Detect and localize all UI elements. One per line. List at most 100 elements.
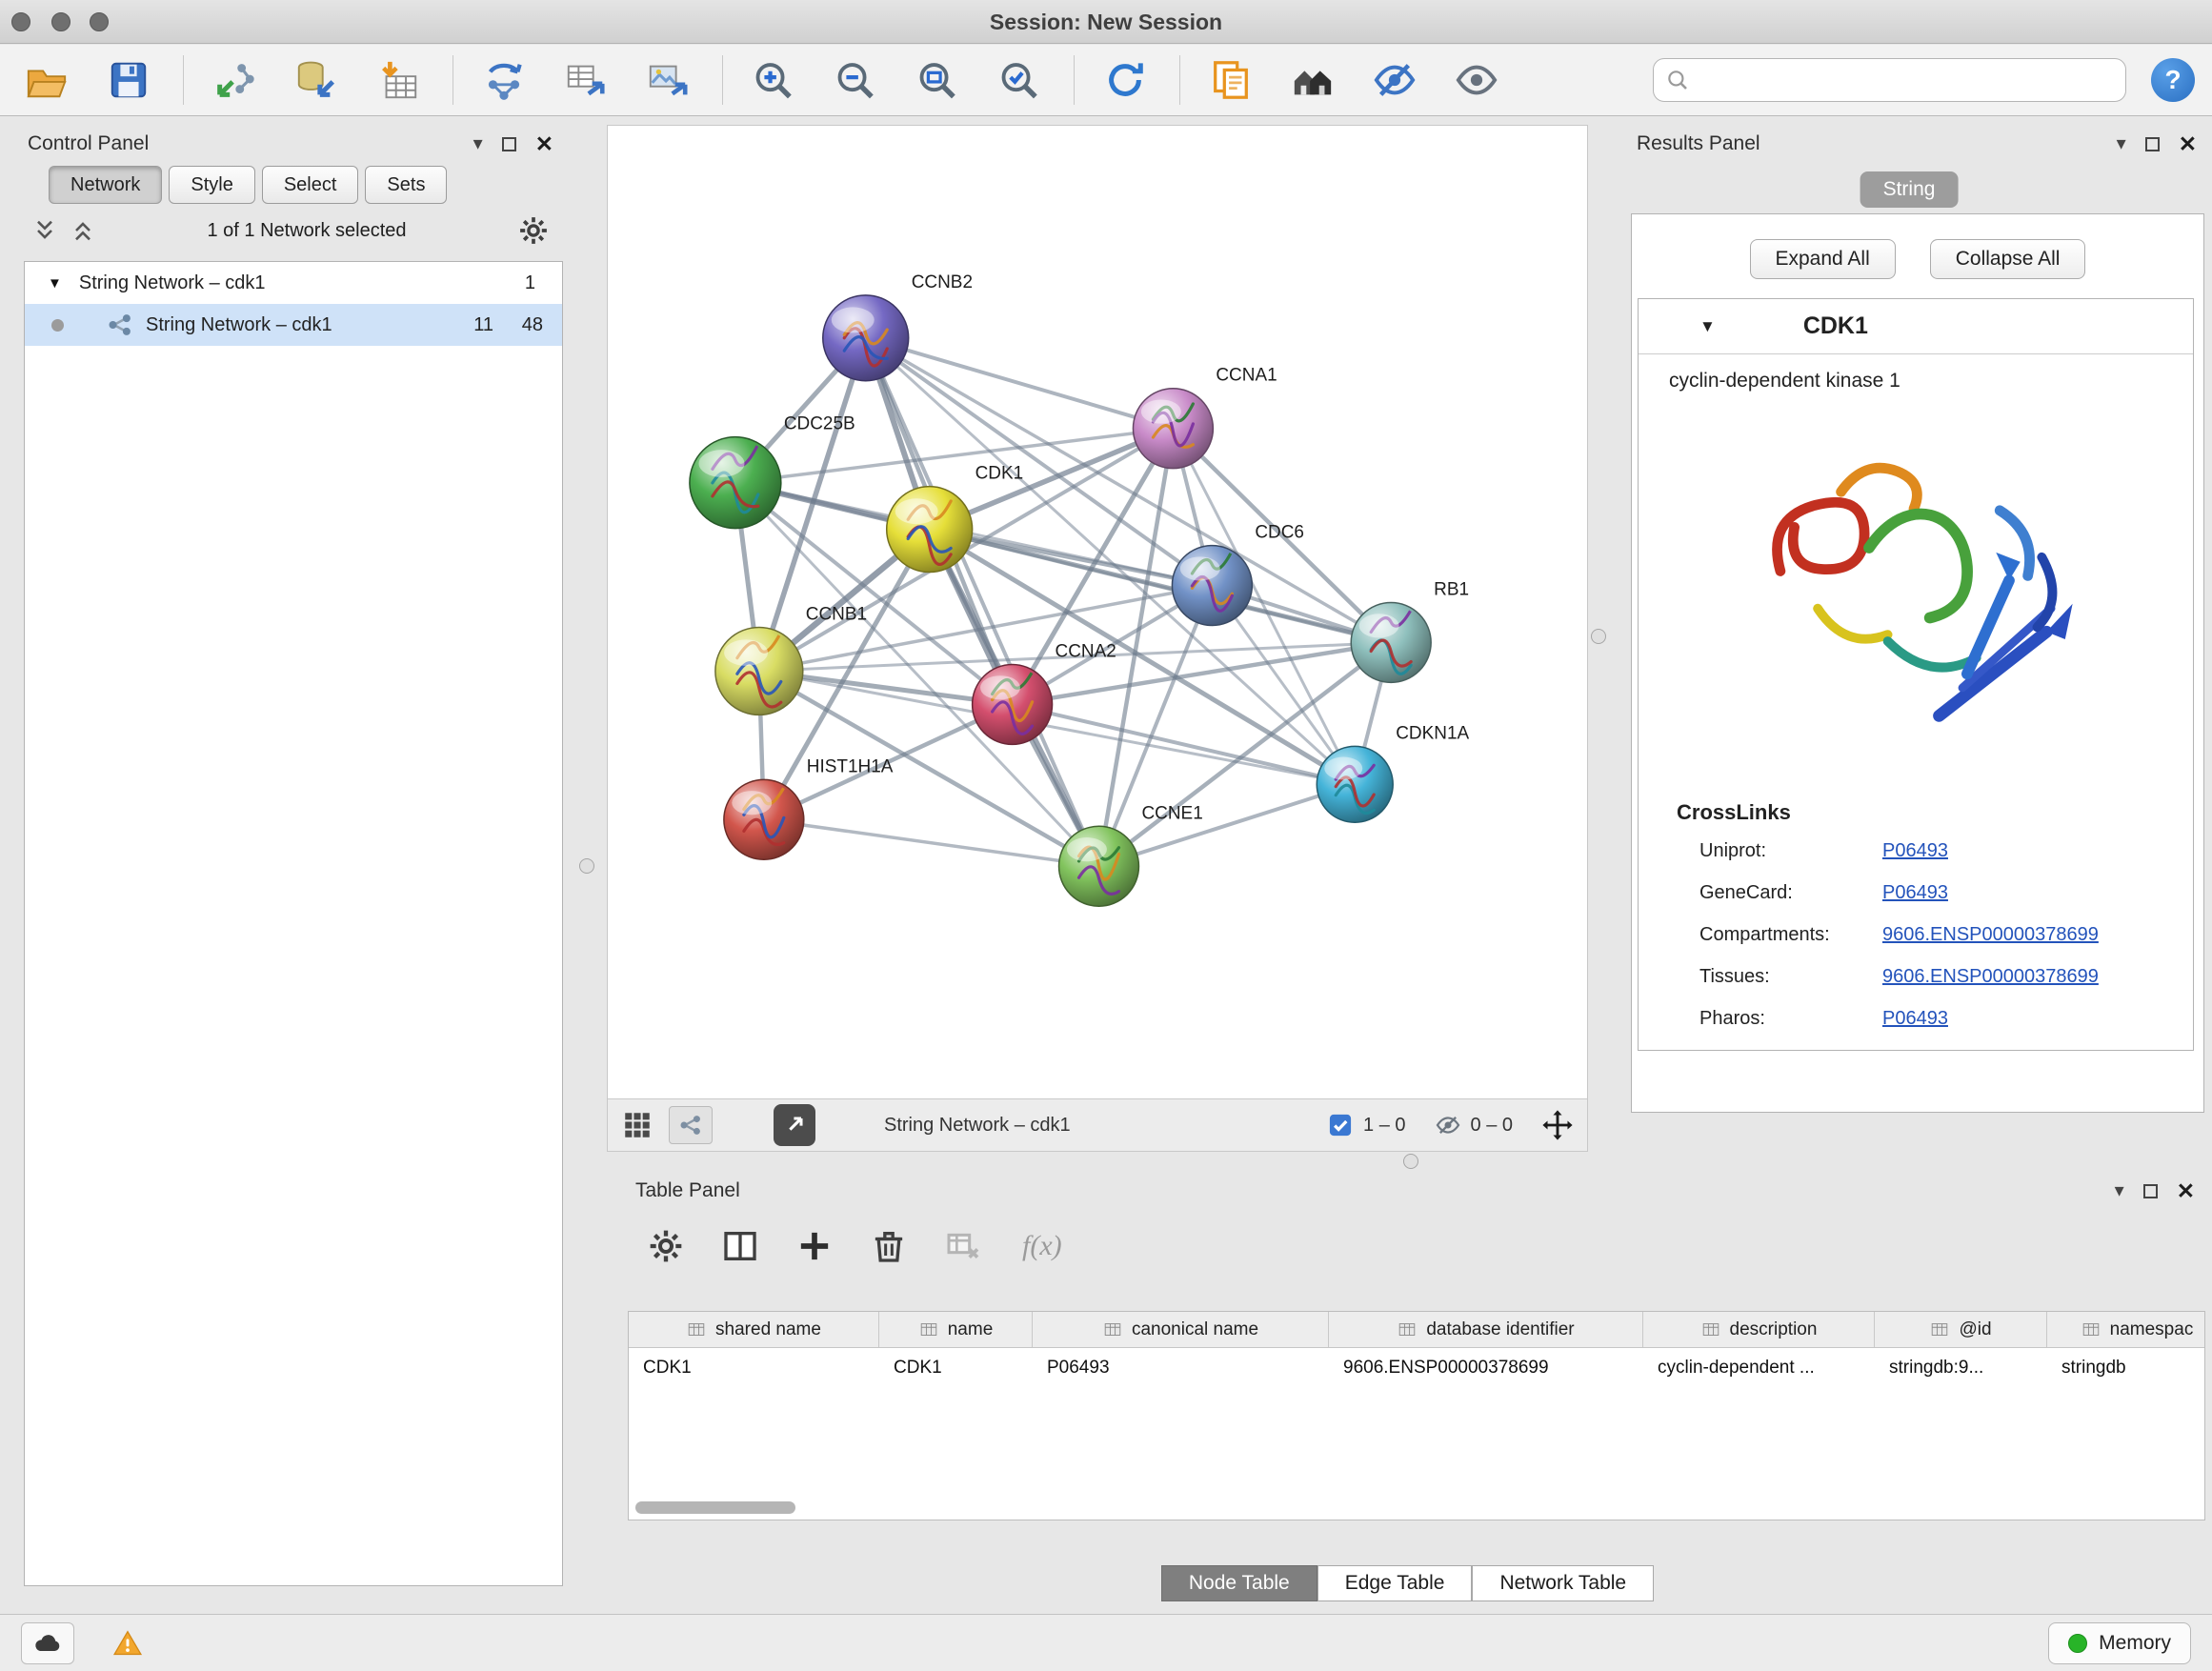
network-node-ccna2[interactable] [973, 664, 1053, 744]
crosslink-value-link[interactable]: 9606.ENSP00000378699 [1882, 966, 2099, 988]
network-overview-button[interactable] [669, 1106, 713, 1144]
tab-node-table[interactable]: Node Table [1161, 1565, 1317, 1601]
tab-string[interactable]: String [1860, 171, 1959, 208]
zoom-in-button[interactable] [744, 50, 803, 110]
delete-column-icon[interactable] [870, 1227, 908, 1265]
import-network-file-button[interactable] [205, 50, 264, 110]
network-node-cdk1[interactable] [887, 487, 973, 573]
protein-section-header[interactable]: ▼ CDK1 [1639, 299, 2193, 354]
panel-float-icon[interactable] [2143, 1184, 2158, 1198]
hide-selected-button[interactable] [1365, 50, 1424, 110]
crosslink-value-link[interactable]: 9606.ENSP00000378699 [1882, 924, 2099, 946]
column-header-name[interactable]: name [879, 1312, 1033, 1347]
tab-network-table[interactable]: Network Table [1472, 1565, 1654, 1601]
zoom-fit-button[interactable] [908, 50, 967, 110]
panel-float-icon[interactable] [502, 137, 516, 151]
clipboard-button[interactable] [1201, 50, 1260, 110]
collapse-all-button[interactable]: Collapse All [1930, 239, 2086, 279]
save-session-button[interactable] [99, 50, 158, 110]
network-canvas[interactable]: CCNB2CCNA1CDC25BCDK1CDC6RB1CCNB1CCNA2CDK… [608, 126, 1587, 1098]
column-header-description[interactable]: description [1643, 1312, 1875, 1347]
birdseye-view-icon[interactable] [621, 1109, 654, 1141]
close-window-button[interactable] [11, 12, 30, 31]
horizontal-scrollbar[interactable] [635, 1501, 795, 1514]
detach-view-button[interactable] [774, 1104, 815, 1146]
column-header-database-identifier[interactable]: database identifier [1329, 1312, 1643, 1347]
zoom-out-button[interactable] [826, 50, 885, 110]
network-node-cdkn1a[interactable] [1317, 746, 1393, 822]
new-network-button[interactable] [474, 50, 533, 110]
network-status-bar: String Network – cdk1 1 – 0 0 – 0 [608, 1098, 1587, 1151]
column-header--id[interactable]: @id [1875, 1312, 2047, 1347]
hidden-eye-icon[interactable] [1435, 1112, 1461, 1138]
network-node-ccnb1[interactable] [715, 627, 803, 715]
column-header-shared-name[interactable]: shared name [629, 1312, 879, 1347]
crosslink-value-link[interactable]: P06493 [1882, 840, 1948, 862]
section-collapse-icon[interactable]: ▼ [1699, 317, 1716, 336]
open-session-button[interactable] [17, 50, 76, 110]
column-header-canonical-name[interactable]: canonical name [1033, 1312, 1329, 1347]
network-node-rb1[interactable] [1351, 603, 1431, 683]
tab-style[interactable]: Style [169, 166, 254, 204]
network-node-ccne1[interactable] [1059, 826, 1139, 906]
panel-close-icon[interactable]: ✕ [2177, 1180, 2195, 1202]
panel-collapse-icon[interactable]: ▾ [2115, 1181, 2124, 1200]
right-splitter-handle[interactable] [1591, 629, 1606, 644]
memory-button[interactable]: Memory [2048, 1622, 2191, 1664]
network-collection-row[interactable]: ▼ String Network – cdk1 1 [25, 262, 562, 304]
import-table-button[interactable] [369, 50, 428, 110]
network-node-ccna1[interactable] [1133, 389, 1213, 469]
network-edge[interactable] [764, 819, 1099, 866]
tree-expand-icon[interactable]: ▼ [48, 275, 62, 292]
cloud-button[interactable] [21, 1622, 74, 1664]
panel-collapse-icon[interactable]: ▾ [2117, 134, 2126, 153]
network-node-ccnb2[interactable] [823, 295, 909, 381]
network-row-selected[interactable]: String Network – cdk1 11 48 [25, 304, 562, 346]
expand-all-button[interactable]: Expand All [1750, 239, 1896, 279]
show-all-button[interactable] [1447, 50, 1506, 110]
refresh-button[interactable] [1096, 50, 1155, 110]
panel-float-icon[interactable] [2145, 137, 2160, 151]
column-type-icon [686, 1319, 707, 1340]
tab-select[interactable]: Select [262, 166, 359, 204]
collapse-all-icon[interactable] [31, 217, 58, 244]
export-table-button[interactable] [556, 50, 615, 110]
warnings-button[interactable] [101, 1622, 154, 1664]
network-edge[interactable] [866, 338, 1099, 866]
table-settings-gear-icon[interactable] [647, 1227, 685, 1265]
crosslink-value-link[interactable]: P06493 [1882, 882, 1948, 904]
tab-sets[interactable]: Sets [365, 166, 447, 204]
network-edge[interactable] [866, 338, 1174, 429]
search-input[interactable] [1698, 69, 2114, 92]
pan-crosshair-icon[interactable] [1541, 1109, 1574, 1141]
search-box[interactable] [1653, 58, 2126, 102]
table-tabs: Node TableEdge TableNetwork Table [607, 1565, 2208, 1601]
help-button[interactable]: ? [2151, 58, 2195, 102]
table-row[interactable]: CDK1CDK1P064939606.ENSP00000378699cyclin… [629, 1348, 2204, 1388]
export-image-button[interactable] [638, 50, 697, 110]
panel-close-icon[interactable]: ✕ [535, 133, 553, 155]
expand-all-icon[interactable] [70, 217, 96, 244]
add-column-icon[interactable] [795, 1227, 834, 1265]
selected-checkbox-icon[interactable] [1327, 1112, 1354, 1138]
left-splitter-handle[interactable] [579, 858, 594, 874]
network-node-cdc6[interactable] [1172, 546, 1252, 626]
column-header-namespac[interactable]: namespac [2047, 1312, 2205, 1347]
network-edge[interactable] [1013, 704, 1356, 784]
first-neighbors-button[interactable] [1283, 50, 1342, 110]
show-columns-icon[interactable] [721, 1227, 759, 1265]
bottom-splitter-handle[interactable] [1403, 1154, 1418, 1169]
minimize-window-button[interactable] [51, 12, 70, 31]
import-network-database-button[interactable] [287, 50, 346, 110]
gear-icon[interactable] [517, 214, 550, 247]
panel-close-icon[interactable]: ✕ [2179, 133, 2197, 155]
results-panel-title: Results Panel [1637, 132, 1760, 155]
zoom-selected-button[interactable] [990, 50, 1049, 110]
zoom-window-button[interactable] [90, 12, 109, 31]
crosslink-value-link[interactable]: P06493 [1882, 1008, 1948, 1030]
panel-collapse-icon[interactable]: ▾ [473, 134, 483, 153]
tab-edge-table[interactable]: Edge Table [1317, 1565, 1473, 1601]
network-node-hist1h1a[interactable] [724, 779, 804, 859]
network-node-cdc25b[interactable] [690, 437, 781, 529]
tab-network[interactable]: Network [49, 166, 162, 204]
